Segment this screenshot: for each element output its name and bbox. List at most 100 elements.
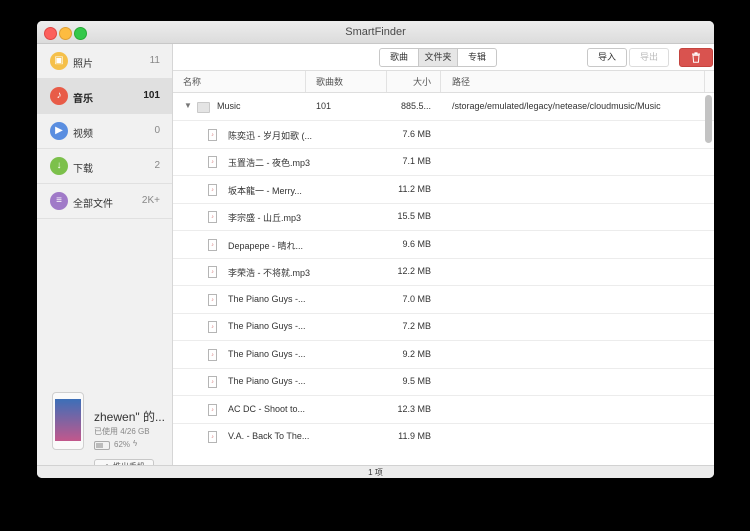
file-size: 9.2 MB bbox=[402, 348, 431, 359]
file-size: 11.2 MB bbox=[398, 183, 431, 194]
file-size: 7.1 MB bbox=[402, 156, 431, 166]
audio-file-icon: ♪ bbox=[208, 403, 217, 416]
file-name: The Piano Guys -... bbox=[228, 348, 306, 359]
export-button[interactable]: 导出 bbox=[629, 48, 669, 67]
battery-level: 62% bbox=[114, 440, 131, 449]
file-row[interactable]: ♪ The Piano Guys -... 9.2 MB bbox=[173, 341, 714, 369]
sidebar-item-count: 2K+ bbox=[141, 195, 160, 206]
file-size: 9.5 MB bbox=[402, 376, 431, 386]
audio-file-icon: ♪ bbox=[208, 348, 217, 361]
sidebar-item-label: 全部文件 bbox=[73, 199, 113, 210]
device-panel: zhewen" 的... 已使用 4/26 GB 62% ϟ ⏏ 推出手机 bbox=[37, 384, 172, 474]
audio-file-icon: ♪ bbox=[208, 266, 217, 278]
file-size: 12.3 MB bbox=[397, 403, 431, 414]
import-button[interactable]: 导入 bbox=[587, 48, 627, 67]
tab-songs[interactable]: 歌曲 bbox=[379, 48, 419, 67]
file-name: The Piano Guys -... bbox=[228, 376, 306, 386]
file-row[interactable]: ♪ The Piano Guys -... 9.5 MB bbox=[173, 368, 714, 396]
audio-file-icon: ♪ bbox=[208, 183, 217, 196]
file-name: V.A. - Back To The... bbox=[228, 431, 310, 441]
trash-icon bbox=[692, 52, 700, 63]
file-row[interactable]: ♪ The Piano Guys -... 7.2 MB bbox=[173, 313, 714, 341]
audio-file-icon: ♪ bbox=[208, 238, 217, 251]
play-icon: ▶ bbox=[50, 122, 68, 140]
file-row[interactable]: ♪ Depapepe - 晴れ... 9.6 MB bbox=[173, 231, 714, 259]
toolbar: 歌曲 文件夹 专辑 导入 导出 bbox=[173, 44, 714, 71]
file-row[interactable]: ♪ 李宗盛 - 山丘.mp3 15.5 MB bbox=[173, 203, 714, 231]
app-window: SmartFinder ▣ 照片 11 ♪ 音乐 101 ▶ 视频 0 ↓ 下载… bbox=[37, 21, 714, 478]
disclosure-triangle-icon[interactable]: ▼ bbox=[184, 101, 192, 110]
sidebar-item-music[interactable]: ♪ 音乐 101 bbox=[37, 79, 172, 114]
folder-name: Music bbox=[217, 101, 241, 111]
audio-file-icon: ♪ bbox=[208, 376, 217, 388]
sidebar-item-downloads[interactable]: ↓ 下载 2 bbox=[37, 149, 172, 184]
file-name: 玉置浩二 - 夜色.mp3 bbox=[228, 158, 311, 168]
column-header-name[interactable]: 名称 bbox=[183, 75, 201, 88]
file-size: 12.2 MB bbox=[397, 266, 431, 276]
sidebar-item-label: 下载 bbox=[73, 164, 93, 175]
battery-icon bbox=[94, 441, 110, 450]
audio-file-icon: ♪ bbox=[208, 211, 217, 223]
column-header-path[interactable]: 路径 bbox=[452, 75, 470, 88]
title-bar: SmartFinder bbox=[37, 21, 714, 44]
folder-path: /storage/emulated/legacy/netease/cloudmu… bbox=[452, 101, 661, 111]
column-header-count[interactable]: 歌曲数 bbox=[316, 75, 343, 88]
file-row[interactable]: ♪ 李荣浩 - 不将就.mp3 12.2 MB bbox=[173, 258, 714, 286]
sidebar-item-count: 0 bbox=[154, 125, 160, 136]
file-size: 15.5 MB bbox=[397, 211, 431, 221]
sidebar-item-label: 视频 bbox=[73, 129, 93, 140]
folder-size: 885.5... bbox=[400, 101, 431, 111]
scroll-thumb[interactable] bbox=[705, 95, 712, 143]
file-name: AC DC - Shoot to... bbox=[228, 403, 306, 414]
audio-file-icon: ♪ bbox=[208, 128, 217, 141]
file-size: 7.6 MB bbox=[402, 128, 431, 139]
audio-file-icon: ♪ bbox=[208, 431, 217, 443]
folder-count: 101 bbox=[316, 101, 332, 111]
window-title: SmartFinder bbox=[345, 26, 406, 38]
sidebar: ▣ 照片 11 ♪ 音乐 101 ▶ 视频 0 ↓ 下载 2 ≡ 全部文件 2K… bbox=[37, 44, 173, 474]
sidebar-item-videos[interactable]: ▶ 视频 0 bbox=[37, 114, 172, 149]
sidebar-item-count: 101 bbox=[143, 90, 160, 101]
file-name: Depapepe - 晴れ... bbox=[228, 240, 304, 251]
music-icon: ♪ bbox=[50, 87, 68, 105]
sidebar-item-photos[interactable]: ▣ 照片 11 bbox=[37, 44, 172, 79]
file-row[interactable]: ♪ 坂本龍一 - Merry... 11.2 MB bbox=[173, 176, 714, 204]
scrollbar[interactable] bbox=[705, 93, 712, 449]
file-size: 7.2 MB bbox=[402, 321, 431, 331]
file-size: 9.6 MB bbox=[402, 238, 431, 249]
file-name: The Piano Guys -... bbox=[228, 293, 306, 304]
file-name: 陈奕迅 - 岁月如歌 (... bbox=[228, 130, 312, 141]
image-icon: ▣ bbox=[50, 52, 68, 70]
document-icon: ≡ bbox=[50, 192, 68, 210]
file-name: 李宗盛 - 山丘.mp3 bbox=[228, 213, 302, 223]
file-row[interactable]: ♪ 玉置浩二 - 夜色.mp3 7.1 MB bbox=[173, 148, 714, 176]
file-name: The Piano Guys -... bbox=[228, 321, 306, 331]
storage-usage: 已使用 4/26 GB bbox=[94, 427, 150, 436]
column-header-size[interactable]: 大小 bbox=[387, 75, 431, 88]
file-row[interactable]: ♪ The Piano Guys -... 7.0 MB bbox=[173, 286, 714, 314]
audio-file-icon: ♪ bbox=[208, 321, 217, 333]
audio-file-icon: ♪ bbox=[208, 156, 217, 168]
download-icon: ↓ bbox=[50, 157, 68, 175]
charging-icon: ϟ bbox=[133, 439, 138, 448]
file-row[interactable]: ♪ V.A. - Back To The... 11.9 MB bbox=[173, 423, 714, 449]
file-table: ▼ Music 101 885.5... /storage/emulated/l… bbox=[173, 93, 714, 449]
sidebar-item-count: 11 bbox=[149, 55, 160, 66]
sidebar-item-count: 2 bbox=[154, 160, 160, 171]
file-row[interactable]: ♪ AC DC - Shoot to... 12.3 MB bbox=[173, 396, 714, 424]
tab-albums[interactable]: 专辑 bbox=[457, 48, 497, 67]
file-row[interactable]: ♪ 陈奕迅 - 岁月如歌 (... 7.6 MB bbox=[173, 121, 714, 149]
sidebar-item-label: 音乐 bbox=[73, 94, 93, 105]
folder-row[interactable]: ▼ Music 101 885.5... /storage/emulated/l… bbox=[173, 93, 714, 121]
sidebar-item-label: 照片 bbox=[73, 59, 93, 70]
delete-button[interactable] bbox=[679, 48, 713, 67]
audio-file-icon: ♪ bbox=[208, 293, 217, 306]
sidebar-item-all-files[interactable]: ≡ 全部文件 2K+ bbox=[37, 184, 172, 219]
table-header: 名称 歌曲数 大小 路径 bbox=[173, 71, 714, 93]
file-size: 7.0 MB bbox=[402, 293, 431, 304]
tab-folders[interactable]: 文件夹 bbox=[418, 48, 458, 67]
item-count-status: 1 项 bbox=[368, 468, 383, 477]
file-size: 11.9 MB bbox=[398, 431, 431, 441]
phone-image bbox=[52, 392, 84, 450]
file-name: 李荣浩 - 不将就.mp3 bbox=[228, 268, 311, 278]
